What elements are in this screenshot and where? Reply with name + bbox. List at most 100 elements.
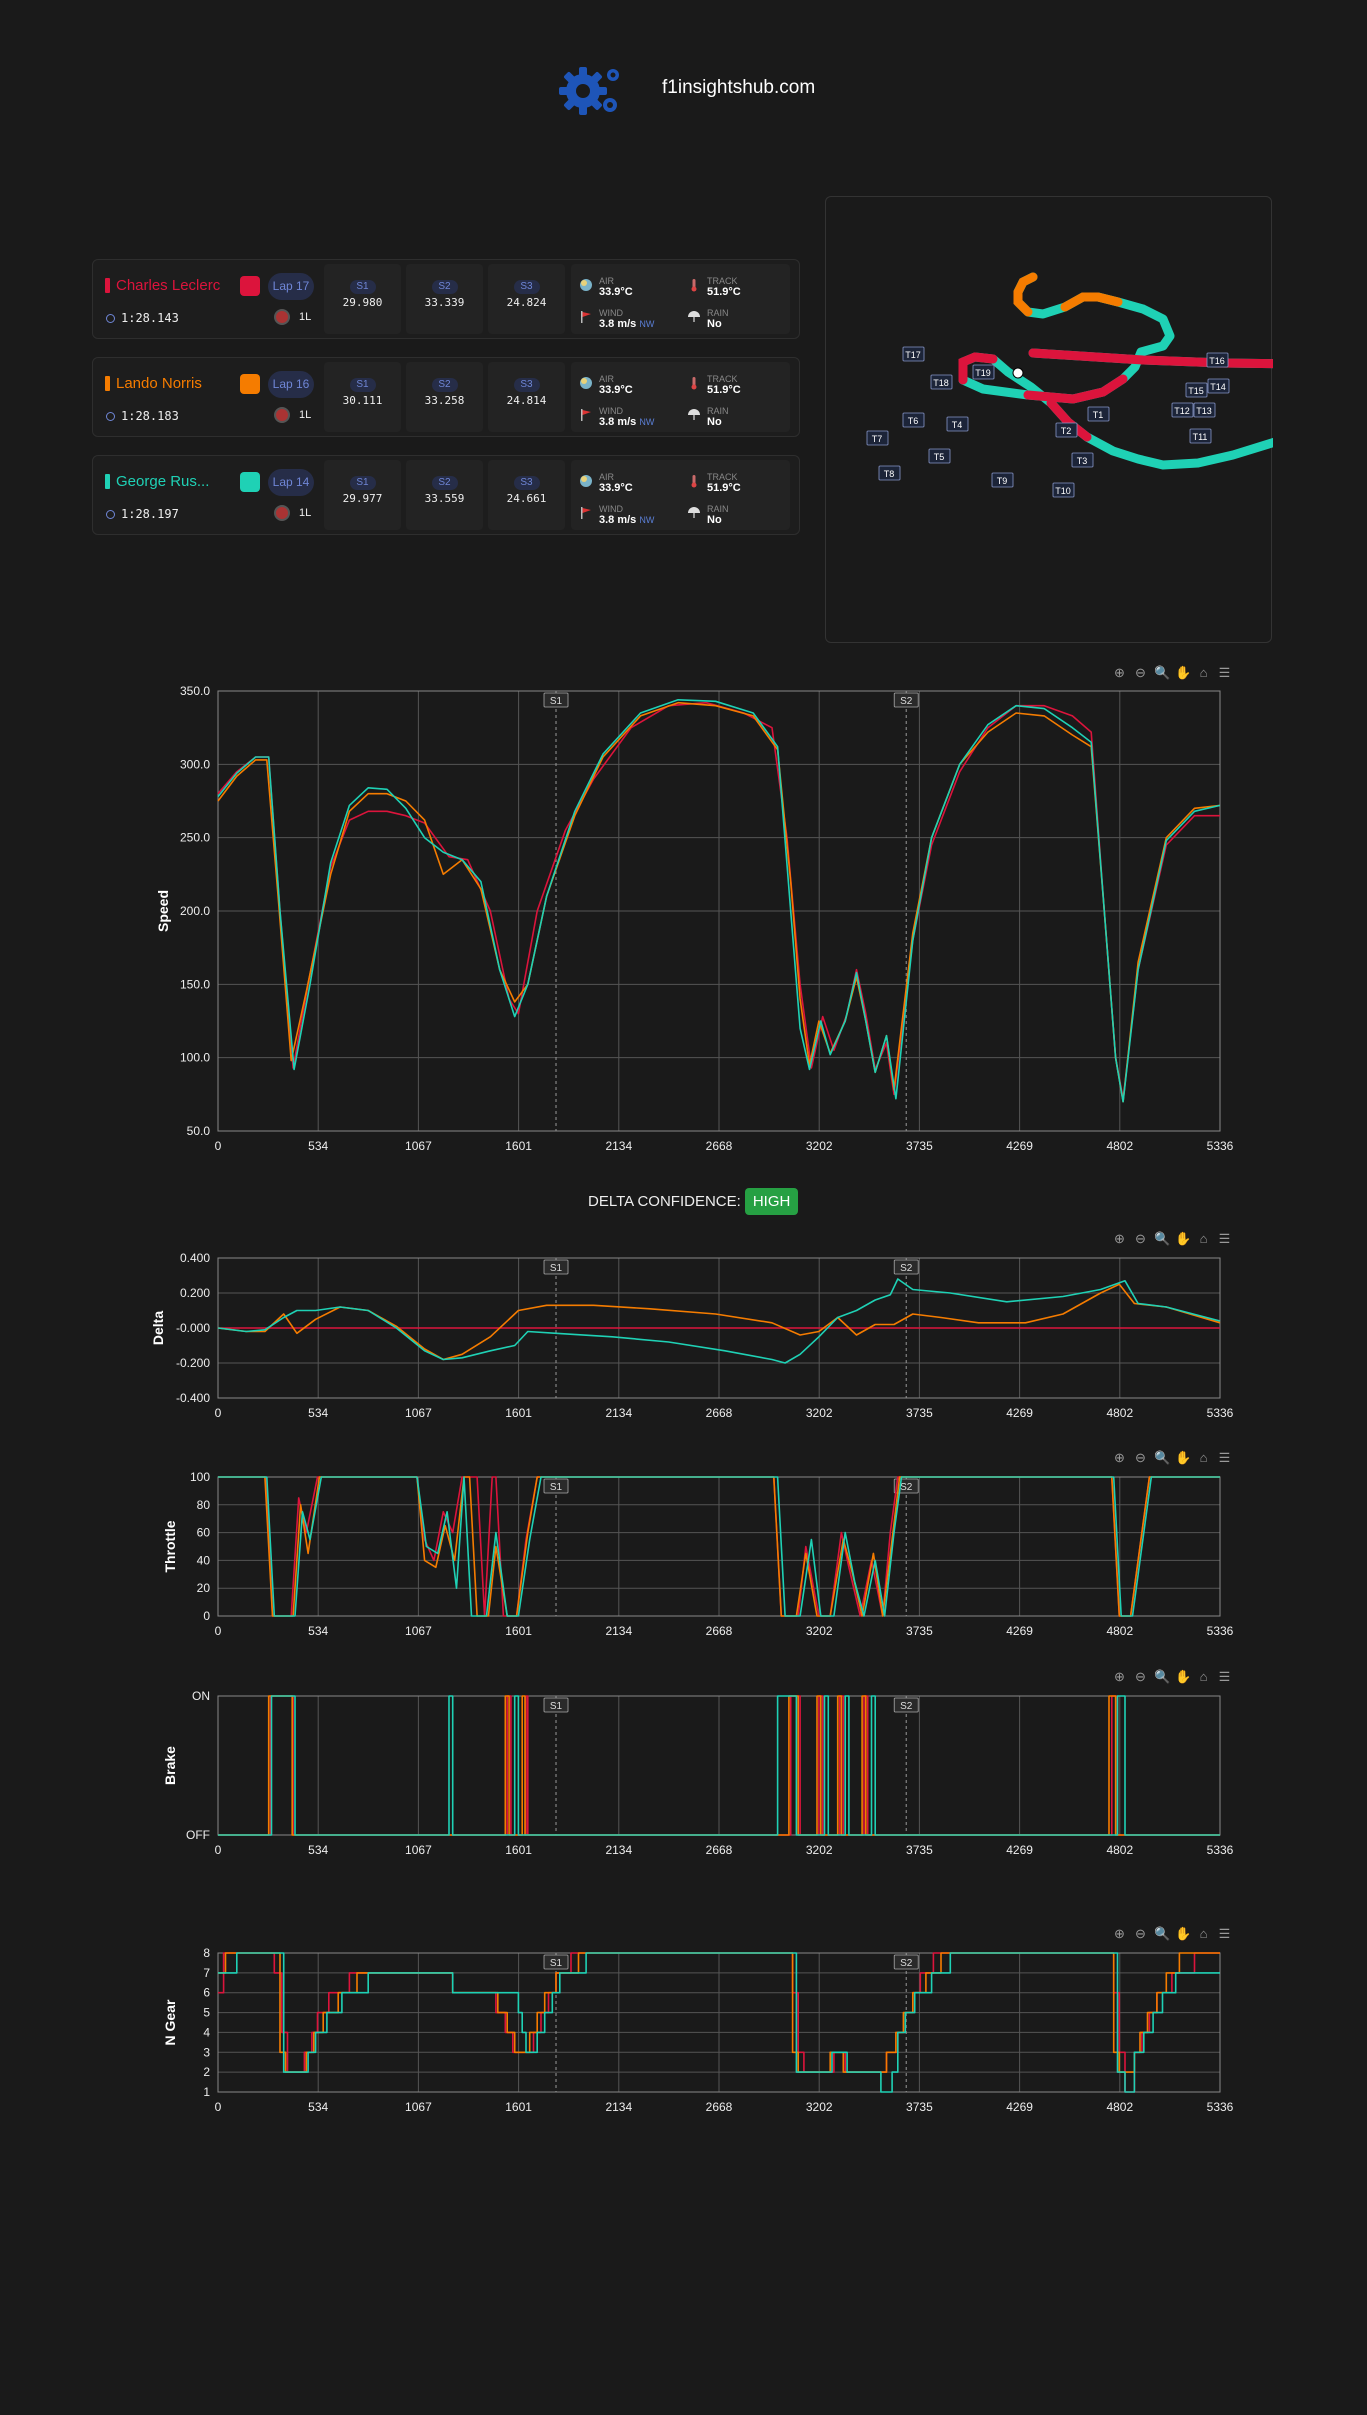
x-tick-label: 2668: [706, 1624, 733, 1638]
zoom-in-icon[interactable]: ⊕: [1112, 1450, 1127, 1465]
sector-value: 24.824: [506, 296, 547, 309]
pan-icon[interactable]: ✋: [1175, 1450, 1191, 1465]
turn-label-text: T9: [997, 476, 1008, 486]
driver-cards: Charles Leclerc Lap 17 1:28.143 1L S1 29…: [92, 259, 800, 553]
x-tick-label: 1067: [405, 1406, 432, 1420]
air-temp: AIR 33.9°C: [579, 276, 684, 306]
menu-icon[interactable]: ☰: [1217, 1231, 1232, 1246]
zoom-in-icon[interactable]: ⊕: [1112, 1669, 1127, 1684]
umbrella-icon: [688, 409, 700, 420]
zoom-out-icon[interactable]: ⊖: [1133, 1450, 1148, 1465]
pan-icon[interactable]: ✋: [1175, 665, 1191, 680]
x-tick-label: 1601: [505, 1624, 532, 1638]
x-tick-label: 3202: [806, 1843, 833, 1857]
zoom-out-icon[interactable]: ⊖: [1133, 1231, 1148, 1246]
rain: RAIN No: [687, 406, 792, 436]
air-label: AIR: [599, 374, 615, 384]
zoom-in-icon[interactable]: ⊕: [1112, 1231, 1127, 1246]
lap-time-value: 1:28.183: [121, 409, 179, 423]
track-map: T1 T2 T3 T4 T5 T6 T7 T8 T9 T10 T11 T12 T13 T14 T15 T16 T…: [825, 196, 1273, 643]
menu-icon[interactable]: ☰: [1217, 1926, 1232, 1941]
zoom-selection-icon[interactable]: 🔍: [1154, 1669, 1170, 1684]
track-value: 51.9°C: [707, 482, 741, 494]
home-icon[interactable]: ⌂: [1196, 1450, 1211, 1465]
track-label: TRACK: [707, 472, 738, 482]
turn-label: T15: [1185, 382, 1208, 398]
sector-marker-label: S2: [900, 1701, 913, 1712]
x-tick-label: 1601: [505, 2100, 532, 2114]
driver-color-bar: [105, 376, 110, 391]
lap-time: 1:28.143: [106, 311, 179, 325]
throttle-plot: 0 534 1067 1601 2134 2668 3202 3735 4269 4802 5336…: [162, 1470, 1234, 1638]
chart-toolbar: ⊕ ⊖ 🔍 ✋ ⌂ ☰: [1112, 665, 1232, 680]
sector-time: S3 24.814: [488, 362, 565, 432]
menu-icon[interactable]: ☰: [1217, 665, 1232, 680]
delta-confidence-badge: HIGH: [744, 1188, 799, 1215]
chart-toolbar: ⊕ ⊖ 🔍 ✋ ⌂ ☰: [1112, 1450, 1232, 1465]
home-icon[interactable]: ⌂: [1196, 665, 1211, 680]
turn-label-text: T5: [934, 452, 945, 462]
weather-panel: AIR 33.9°C TRACK 51.9°C WIND 3.8 m/s NW …: [571, 362, 790, 432]
zoom-selection-icon[interactable]: 🔍: [1154, 1231, 1170, 1246]
menu-icon[interactable]: ☰: [1217, 1669, 1232, 1684]
home-icon[interactable]: ⌂: [1196, 1669, 1211, 1684]
air-value: 33.9°C: [599, 482, 633, 494]
tyre-life: 1L: [299, 311, 312, 323]
turn-label-text: T3: [1077, 456, 1088, 466]
umbrella-icon: [688, 311, 700, 322]
turn-label-text: T8: [884, 469, 895, 479]
x-tick-label: 4269: [1006, 1406, 1033, 1420]
turn-label: T10: [1052, 482, 1075, 498]
air-temp: AIR 33.9°C: [579, 472, 684, 502]
turn-label-text: T7: [872, 434, 883, 444]
track-value: 51.9°C: [707, 384, 741, 396]
air-value: 33.9°C: [599, 384, 633, 396]
turn-label-text: T16: [1209, 356, 1225, 366]
x-tick-label: 4269: [1006, 1624, 1033, 1638]
pan-icon[interactable]: ✋: [1175, 1669, 1191, 1684]
chart-toolbar: ⊕ ⊖ 🔍 ✋ ⌂ ☰: [1112, 1231, 1232, 1246]
x-tick-label: 2134: [605, 2100, 632, 2114]
y-tick-label: 350.0: [180, 684, 210, 698]
zoom-selection-icon[interactable]: 🔍: [1154, 1926, 1170, 1941]
zoom-in-icon[interactable]: ⊕: [1112, 665, 1127, 680]
pan-icon[interactable]: ✋: [1175, 1231, 1191, 1246]
x-tick-label: 3735: [906, 2100, 933, 2114]
gear-chart: 0 534 1067 1601 2134 2668 3202 3735 4269 4802 5336…: [0, 1921, 1367, 2126]
x-tick-label: 5336: [1207, 1843, 1234, 1857]
x-tick-label: 3202: [806, 2100, 833, 2114]
zoom-selection-icon[interactable]: 🔍: [1154, 665, 1170, 680]
turn-label: T7: [866, 430, 889, 446]
home-icon[interactable]: ⌂: [1196, 1926, 1211, 1941]
x-tick-label: 1067: [405, 1843, 432, 1857]
sector-value: 33.339: [424, 296, 465, 309]
turn-label: T19: [972, 364, 995, 380]
sector-label: S2: [431, 280, 458, 294]
x-tick-label: 4802: [1106, 1406, 1133, 1420]
wind-value: 3.8 m/s NW: [599, 514, 654, 526]
turn-label-text: T1: [1093, 410, 1104, 420]
y-tick-label: 0.200: [180, 1286, 210, 1300]
x-tick-label: 0: [215, 1843, 222, 1857]
zoom-selection-icon[interactable]: 🔍: [1154, 1450, 1170, 1465]
turn-label: T9: [991, 472, 1014, 488]
rain-label: RAIN: [707, 406, 729, 416]
turn-label-text: T19: [975, 368, 991, 378]
home-icon[interactable]: ⌂: [1196, 1231, 1211, 1246]
sector-time: S3 24.824: [488, 264, 565, 334]
zoom-in-icon[interactable]: ⊕: [1112, 1926, 1127, 1941]
wind-value: 3.8 m/s NW: [599, 416, 654, 428]
wind: WIND 3.8 m/s NW: [579, 504, 684, 534]
sector-marker-label: S2: [900, 1263, 913, 1274]
zoom-out-icon[interactable]: ⊖: [1133, 1926, 1148, 1941]
track-temp: TRACK 51.9°C: [687, 472, 792, 502]
zoom-out-icon[interactable]: ⊖: [1133, 665, 1148, 680]
wind-flag-icon: [581, 311, 591, 323]
rain-label: RAIN: [707, 504, 729, 514]
turn-label-text: T18: [933, 378, 949, 388]
menu-icon[interactable]: ☰: [1217, 1450, 1232, 1465]
zoom-out-icon[interactable]: ⊖: [1133, 1669, 1148, 1684]
pan-icon[interactable]: ✋: [1175, 1926, 1191, 1941]
turn-label-text: T10: [1055, 486, 1071, 496]
sector-marker-label: S1: [550, 1701, 563, 1712]
